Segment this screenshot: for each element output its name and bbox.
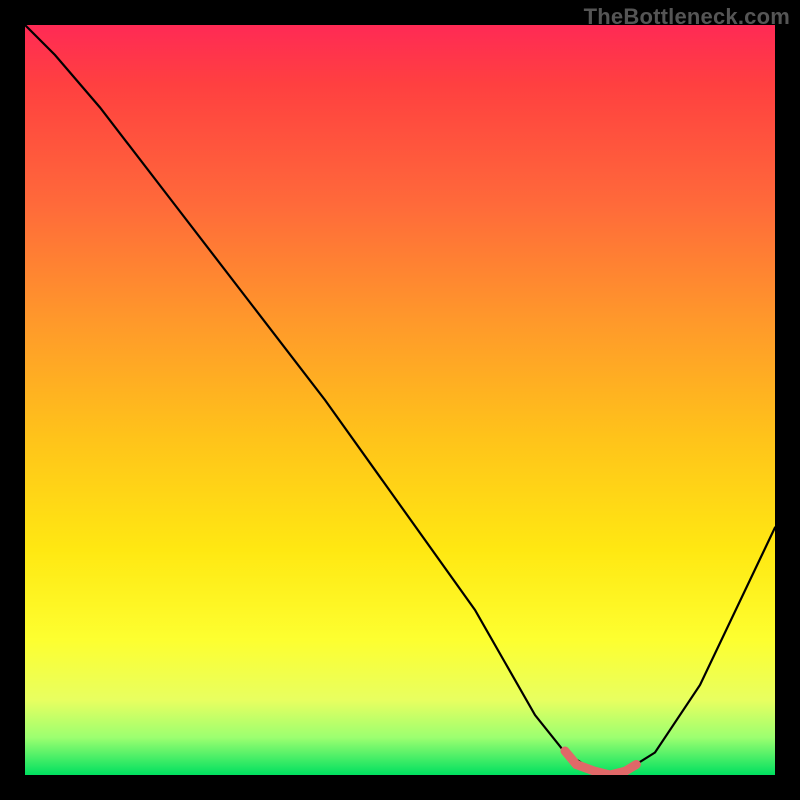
highlight-segment — [565, 751, 636, 775]
main-curve — [25, 25, 775, 775]
chart-container: TheBottleneck.com — [0, 0, 800, 800]
chart-svg — [25, 25, 775, 775]
plot-area — [25, 25, 775, 775]
